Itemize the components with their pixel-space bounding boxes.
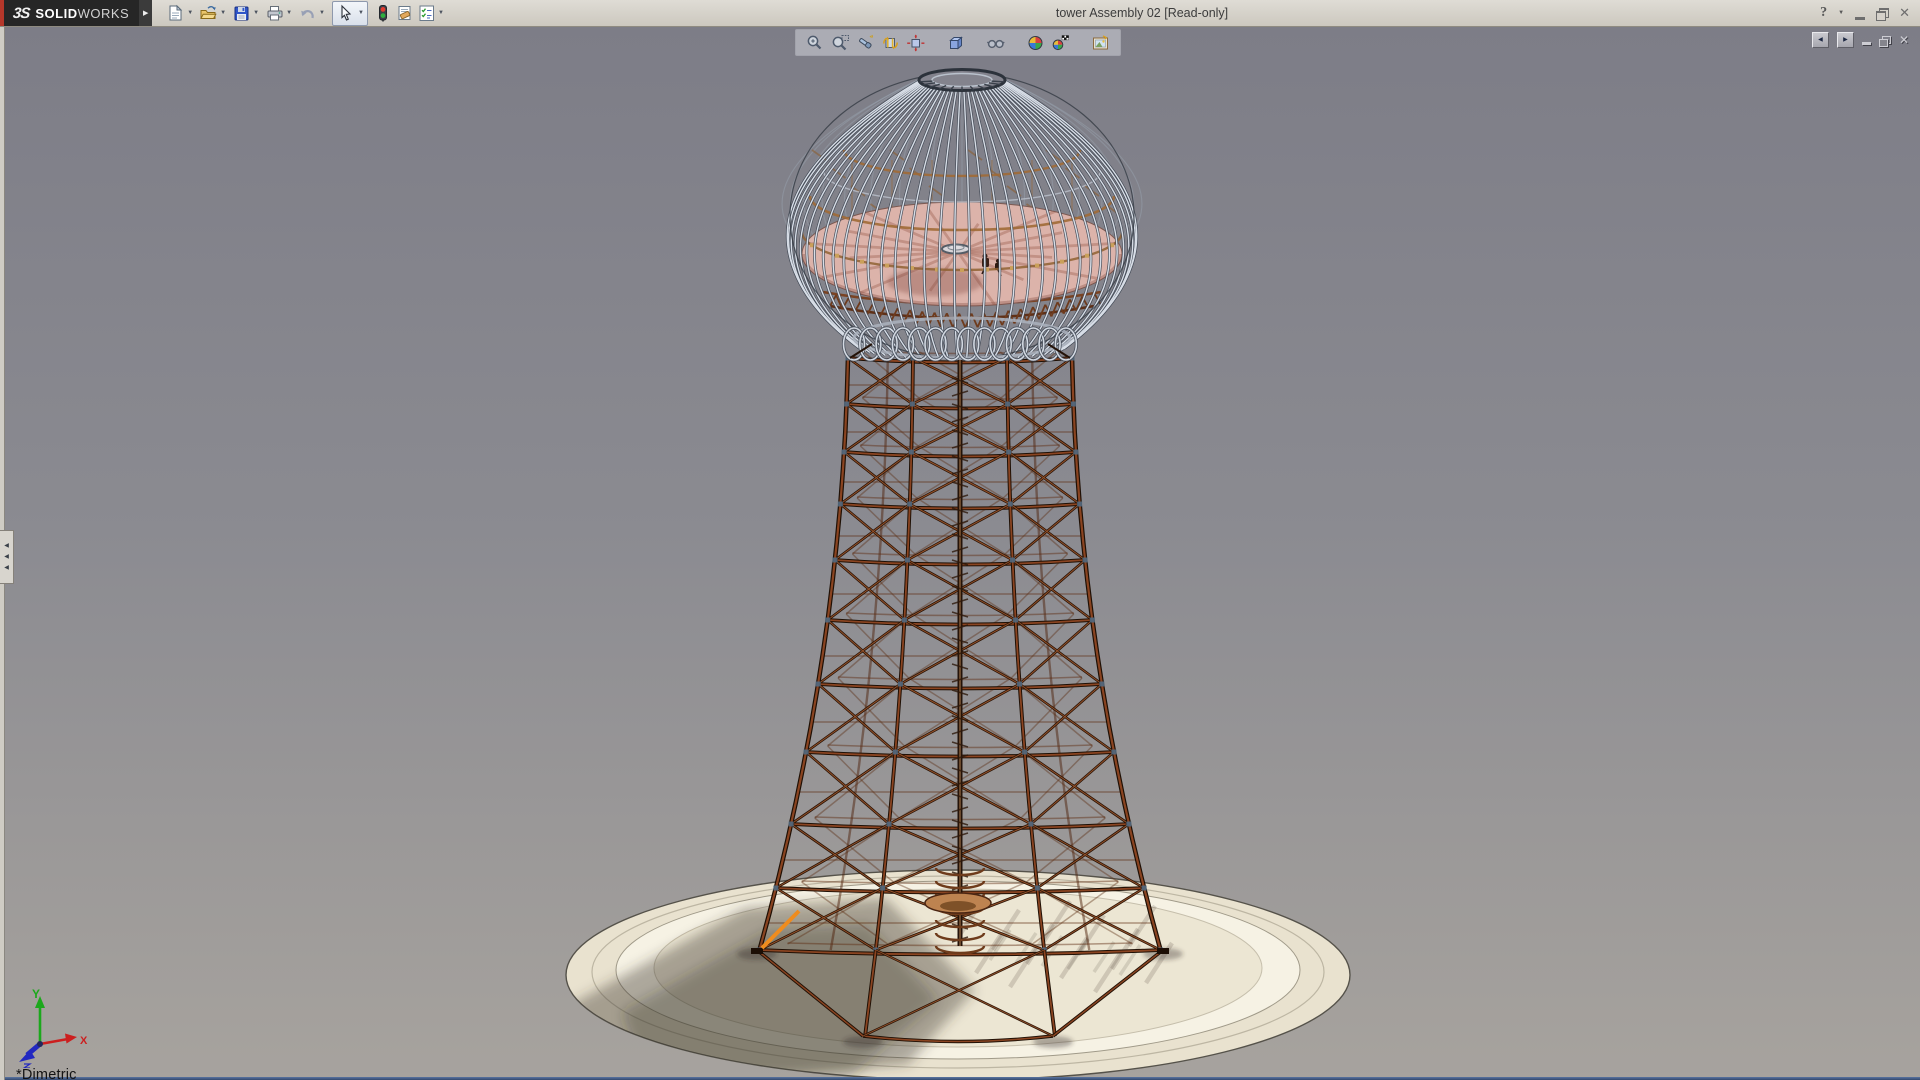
brand-text: SOLIDWORKS — [35, 6, 129, 21]
open-icon — [199, 4, 217, 22]
main-toolbar: ▼ ▼ ▼ — [164, 0, 448, 26]
model-canvas[interactable] — [0, 27, 1920, 1080]
shaded-button[interactable] — [1023, 32, 1048, 54]
collapse-icon: ◀ — [4, 565, 9, 571]
pan-button[interactable] — [903, 32, 928, 54]
brand-works: WORKS — [78, 6, 130, 21]
view-orientation-button[interactable] — [983, 32, 1008, 54]
view-toolbar — [795, 29, 1121, 56]
forward-icon: ▶ — [1843, 37, 1848, 43]
titlebar: 3S SOLIDWORKS ▶ ▼ ▼ — [0, 0, 1920, 27]
solidworks-window: 3S SOLIDWORKS ▶ ▼ ▼ — [0, 0, 1920, 1080]
save-icon — [232, 4, 250, 22]
collapse-icon: ◀ — [4, 543, 9, 549]
featuremanager-collapse-tab[interactable]: ◀ ◀ ◀ — [0, 530, 14, 584]
help-icon[interactable]: ? — [1820, 5, 1827, 21]
realview-button[interactable] — [1048, 32, 1073, 54]
save-button[interactable] — [230, 2, 252, 24]
new-document-icon — [166, 4, 184, 22]
dropdown-icon[interactable]: ▼ — [187, 10, 193, 16]
print-button[interactable] — [263, 2, 285, 24]
rebuild-button[interactable] — [371, 2, 393, 24]
apply-scene-button[interactable] — [1088, 32, 1113, 54]
zoom-to-area-icon — [831, 34, 850, 52]
dropdown-icon[interactable]: ▼ — [253, 10, 259, 16]
zoom-to-selection-button[interactable] — [853, 32, 878, 54]
shaded-sphere-icon — [1026, 34, 1045, 52]
options-button[interactable] — [415, 2, 437, 24]
3ds-logo-mark: 3S — [12, 5, 30, 22]
document-minimize-button[interactable] — [1862, 42, 1871, 45]
realview-icon — [1051, 34, 1070, 52]
help-dropdown-icon[interactable]: ▼ — [1838, 10, 1844, 16]
select-button[interactable] — [334, 2, 356, 24]
rotate-view-icon — [881, 34, 900, 52]
solidworks-logo: 3S SOLIDWORKS — [0, 0, 139, 26]
next-document-button[interactable]: ▶ — [1837, 32, 1854, 48]
menu-expand-button[interactable]: ▶ — [139, 0, 152, 26]
document-window-controls: ◀ ▶ ✕ — [1812, 32, 1909, 48]
zoom-in-out-button[interactable] — [803, 32, 828, 54]
back-icon: ◀ — [1818, 37, 1823, 43]
rebuild-traffic-light-icon — [373, 4, 391, 22]
previous-document-button[interactable]: ◀ — [1812, 32, 1829, 48]
apply-scene-icon — [1091, 34, 1110, 52]
brand-solid: SOLID — [35, 6, 77, 21]
dropdown-icon[interactable]: ▼ — [220, 10, 226, 16]
x-axis-label: X — [80, 1035, 88, 1047]
undo-icon — [298, 4, 316, 22]
minimize-button[interactable] — [1855, 17, 1865, 20]
view-orientation-glasses-icon — [986, 34, 1005, 52]
zoom-to-selection-icon — [856, 34, 875, 52]
collapse-icon: ◀ — [4, 554, 9, 560]
expand-icon: ▶ — [143, 9, 148, 17]
dropdown-icon[interactable]: ▼ — [358, 10, 364, 16]
open-button[interactable] — [197, 2, 219, 24]
file-properties-icon — [395, 4, 413, 22]
zoom-in-out-icon — [806, 34, 825, 52]
select-cursor-icon — [336, 4, 354, 22]
close-button[interactable]: ✕ — [1899, 0, 1910, 26]
document-close-button[interactable]: ✕ — [1899, 33, 1909, 47]
undo-button[interactable] — [296, 2, 318, 24]
orientation-triad: Y X — [10, 984, 94, 1068]
pan-icon — [906, 34, 925, 52]
y-axis-label: Y — [32, 987, 40, 1001]
window-controls: ? ▼ ✕ — [1820, 0, 1910, 26]
restore-button[interactable] — [1876, 8, 1888, 19]
rotate-view-button[interactable] — [878, 32, 903, 54]
print-icon — [265, 4, 283, 22]
file-properties-button[interactable] — [393, 2, 415, 24]
new-document-button[interactable] — [164, 2, 186, 24]
zoom-to-area-button[interactable] — [828, 32, 853, 54]
graphics-area: ◀ ▶ ✕ ◀ ◀ ◀ Y X — [0, 27, 1920, 1080]
select-tool-group: ▼ — [332, 1, 368, 26]
dropdown-icon[interactable]: ▼ — [319, 10, 325, 16]
document-restore-button[interactable] — [1879, 36, 1891, 47]
options-icon — [417, 4, 435, 22]
x-axis-arrow — [65, 1034, 77, 1044]
display-style-cube-icon — [946, 34, 965, 52]
dropdown-icon[interactable]: ▼ — [286, 10, 292, 16]
view-orientation-label: *Dimetric — [16, 1067, 77, 1080]
dropdown-icon[interactable]: ▼ — [438, 10, 444, 16]
display-style-button[interactable] — [943, 32, 968, 54]
document-title: tower Assembly 02 [Read-only] — [1056, 6, 1228, 20]
